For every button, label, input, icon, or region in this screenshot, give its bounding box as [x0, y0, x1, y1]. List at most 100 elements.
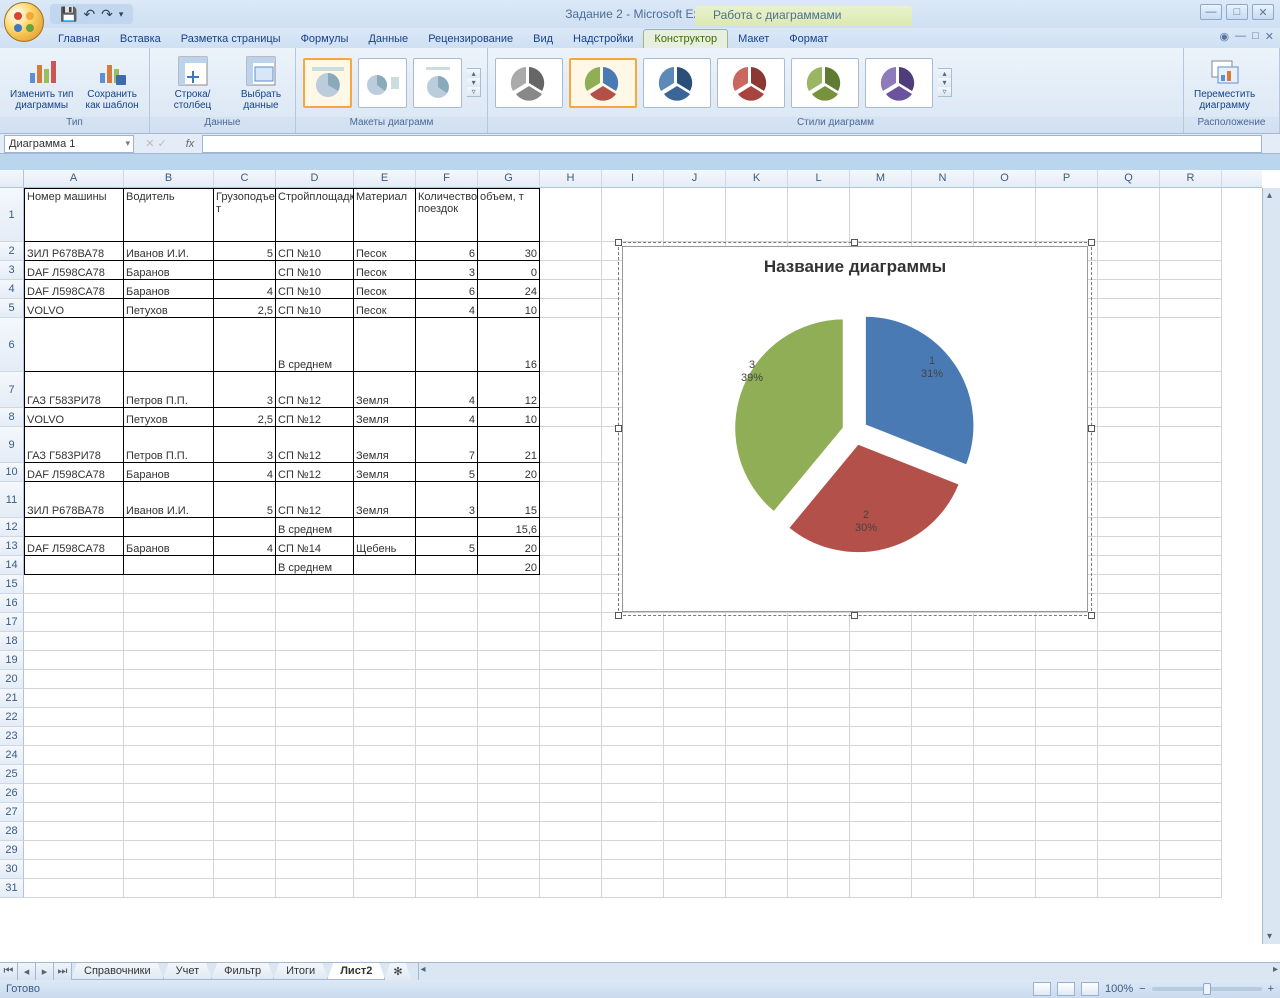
chart-layout-2[interactable] — [358, 58, 407, 108]
cell-R21[interactable] — [1160, 689, 1222, 708]
cell-O27[interactable] — [974, 803, 1036, 822]
cell-B5[interactable]: Петухов — [124, 299, 214, 318]
col-head-D[interactable]: D — [276, 170, 354, 187]
cell-E10[interactable]: Земля — [354, 463, 416, 482]
chart-style-1[interactable] — [495, 58, 563, 108]
row-head-30[interactable]: 30 — [0, 860, 24, 879]
cell-R28[interactable] — [1160, 822, 1222, 841]
cell-G11[interactable]: 15 — [478, 482, 540, 518]
cell-K26[interactable] — [726, 784, 788, 803]
cell-B27[interactable] — [124, 803, 214, 822]
cell-H27[interactable] — [540, 803, 602, 822]
page-layout-view-button[interactable] — [1057, 982, 1075, 996]
cell-Q26[interactable] — [1098, 784, 1160, 803]
cell-D24[interactable] — [276, 746, 354, 765]
cell-H14[interactable] — [540, 556, 602, 575]
cell-M31[interactable] — [850, 879, 912, 898]
cell-R12[interactable] — [1160, 518, 1222, 537]
col-head-K[interactable]: K — [726, 170, 788, 187]
cell-M29[interactable] — [850, 841, 912, 860]
cell-H17[interactable] — [540, 613, 602, 632]
cell-P28[interactable] — [1036, 822, 1098, 841]
cell-D16[interactable] — [276, 594, 354, 613]
cell-R31[interactable] — [1160, 879, 1222, 898]
cell-G27[interactable] — [478, 803, 540, 822]
cell-R11[interactable] — [1160, 482, 1222, 518]
cell-E7[interactable]: Земля — [354, 372, 416, 408]
cell-C7[interactable]: 3 — [214, 372, 276, 408]
cell-F3[interactable]: 3 — [416, 261, 478, 280]
cell-I19[interactable] — [602, 651, 664, 670]
cell-F15[interactable] — [416, 575, 478, 594]
cell-C3[interactable] — [214, 261, 276, 280]
ribbon-tab-Рецензирование[interactable]: Рецензирование — [418, 30, 523, 48]
cell-Q13[interactable] — [1098, 537, 1160, 556]
cell-A12[interactable] — [24, 518, 124, 537]
cell-Q1[interactable] — [1098, 188, 1160, 242]
cell-E22[interactable] — [354, 708, 416, 727]
cell-B22[interactable] — [124, 708, 214, 727]
ribbon-tab-Надстройки[interactable]: Надстройки — [563, 30, 643, 48]
cell-O17[interactable] — [974, 613, 1036, 632]
cell-H11[interactable] — [540, 482, 602, 518]
cell-R3[interactable] — [1160, 261, 1222, 280]
ribbon-tab-Макет[interactable]: Макет — [728, 30, 779, 48]
row-head-9[interactable]: 9 — [0, 427, 24, 463]
cell-E14[interactable] — [354, 556, 416, 575]
cell-R13[interactable] — [1160, 537, 1222, 556]
cell-B14[interactable] — [124, 556, 214, 575]
col-head-I[interactable]: I — [602, 170, 664, 187]
cell-K18[interactable] — [726, 632, 788, 651]
cell-H29[interactable] — [540, 841, 602, 860]
restore-workbook-icon[interactable]: □ — [1252, 30, 1259, 43]
cell-C26[interactable] — [214, 784, 276, 803]
cell-J30[interactable] — [664, 860, 726, 879]
cell-A5[interactable]: VOLVO — [24, 299, 124, 318]
cell-C22[interactable] — [214, 708, 276, 727]
cell-K17[interactable] — [726, 613, 788, 632]
cell-L30[interactable] — [788, 860, 850, 879]
cell-P31[interactable] — [1036, 879, 1098, 898]
cell-Q19[interactable] — [1098, 651, 1160, 670]
cell-B30[interactable] — [124, 860, 214, 879]
cell-I1[interactable] — [602, 188, 664, 242]
cell-J26[interactable] — [664, 784, 726, 803]
cell-K30[interactable] — [726, 860, 788, 879]
cell-D20[interactable] — [276, 670, 354, 689]
cell-A4[interactable]: DAF Л598СА78 — [24, 280, 124, 299]
row-head-5[interactable]: 5 — [0, 299, 24, 318]
cell-H9[interactable] — [540, 427, 602, 463]
cell-M1[interactable] — [850, 188, 912, 242]
cell-J23[interactable] — [664, 727, 726, 746]
cell-A8[interactable]: VOLVO — [24, 408, 124, 427]
vertical-scrollbar[interactable] — [1262, 188, 1280, 944]
cell-J1[interactable] — [664, 188, 726, 242]
cell-N21[interactable] — [912, 689, 974, 708]
cell-F31[interactable] — [416, 879, 478, 898]
cell-D10[interactable]: СП №12 — [276, 463, 354, 482]
cell-A14[interactable] — [24, 556, 124, 575]
cell-H6[interactable] — [540, 318, 602, 372]
cell-A28[interactable] — [24, 822, 124, 841]
col-head-N[interactable]: N — [912, 170, 974, 187]
cell-H4[interactable] — [540, 280, 602, 299]
cell-R2[interactable] — [1160, 242, 1222, 261]
chart-title[interactable]: Название диаграммы — [623, 257, 1087, 277]
cell-A9[interactable]: ГАЗ Г583РИ78 — [24, 427, 124, 463]
cell-Q22[interactable] — [1098, 708, 1160, 727]
cell-H26[interactable] — [540, 784, 602, 803]
cell-M18[interactable] — [850, 632, 912, 651]
layout-gallery-scroll[interactable]: ▴▾▿ — [467, 68, 481, 97]
cell-C17[interactable] — [214, 613, 276, 632]
cell-C23[interactable] — [214, 727, 276, 746]
embedded-chart[interactable]: Название диаграммы 131% 230% 339% — [622, 246, 1088, 612]
row-head-18[interactable]: 18 — [0, 632, 24, 651]
cell-O19[interactable] — [974, 651, 1036, 670]
cell-F23[interactable] — [416, 727, 478, 746]
cell-P21[interactable] — [1036, 689, 1098, 708]
cell-A20[interactable] — [24, 670, 124, 689]
ribbon-tab-Формулы[interactable]: Формулы — [291, 30, 359, 48]
cell-M28[interactable] — [850, 822, 912, 841]
cell-R29[interactable] — [1160, 841, 1222, 860]
cell-C6[interactable] — [214, 318, 276, 372]
